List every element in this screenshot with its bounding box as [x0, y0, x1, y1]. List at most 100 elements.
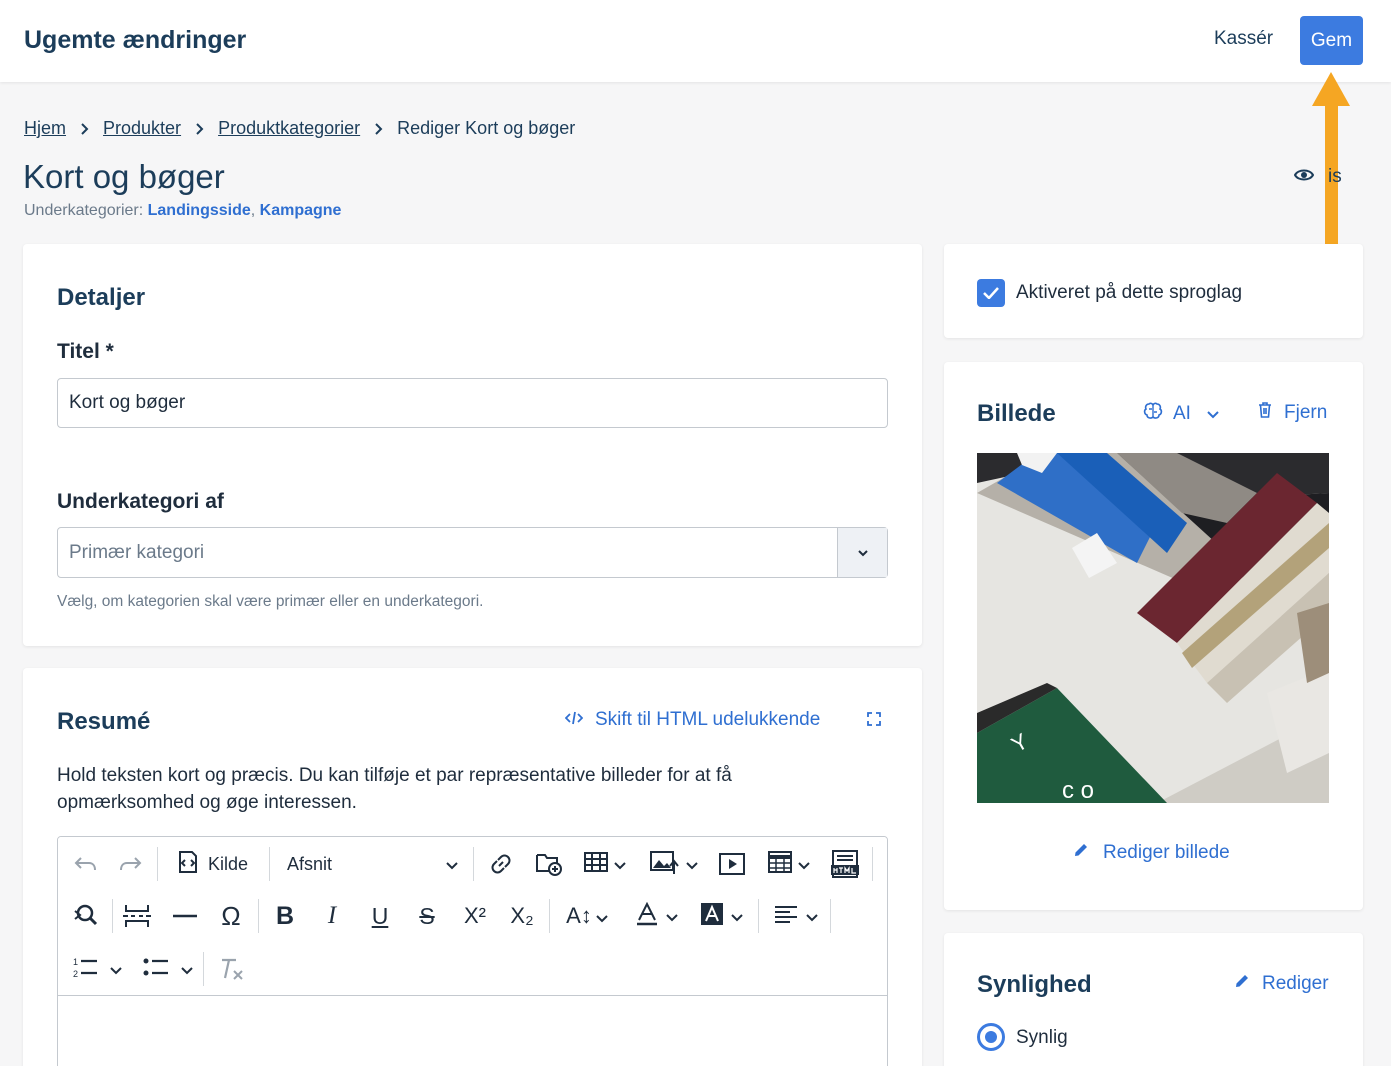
- visible-label: Synlig: [1016, 1027, 1068, 1048]
- toolbar-divider: [203, 952, 204, 986]
- background-color-dropdown[interactable]: [696, 899, 748, 933]
- chevron-down-icon: [798, 854, 810, 875]
- horizontal-line-icon[interactable]: [168, 899, 202, 933]
- rich-text-editor: Kilde Afsnit Ω B I U S X² X₂ A↕ 1 2: [57, 836, 888, 1066]
- edit-visibility-label: Rediger: [1262, 973, 1329, 994]
- title-label: Titel *: [57, 340, 114, 363]
- view-link[interactable]: is: [1293, 166, 1342, 188]
- html-toggle-link[interactable]: Skift til HTML udelukkende: [564, 709, 820, 731]
- title-input-value: Kort og bøger: [69, 392, 186, 413]
- breadcrumb: Hjem Produkter Produktkategorier Rediger…: [24, 118, 575, 139]
- table-icon: [584, 851, 608, 877]
- subscript-icon[interactable]: X₂: [504, 899, 540, 933]
- remove-image-button[interactable]: Fjern: [1258, 402, 1327, 424]
- breadcrumb-product-categories[interactable]: Produktkategorier: [218, 118, 360, 139]
- chevron-down-icon: [614, 854, 626, 875]
- subcategories-line: Underkategorier: Landingsside, Kampagne: [24, 202, 341, 220]
- pencil-icon: [1234, 973, 1250, 995]
- numbered-list-dropdown[interactable]: 12: [68, 952, 126, 986]
- breadcrumb-current: Rediger Kort og bøger: [397, 118, 576, 138]
- chevron-down-icon: [181, 959, 193, 980]
- font-size-dropdown[interactable]: A↕: [559, 899, 615, 933]
- image-upload-icon: [650, 849, 680, 880]
- bulleted-list-dropdown[interactable]: [140, 952, 196, 986]
- undo-icon[interactable]: [68, 847, 102, 881]
- trash-icon: [1258, 402, 1272, 424]
- image-heading: Billede: [977, 400, 1056, 427]
- remove-format-icon[interactable]: [214, 952, 248, 986]
- breadcrumb-products[interactable]: Produkter: [103, 118, 181, 139]
- edit-image-button[interactable]: Rediger billede: [1073, 842, 1230, 864]
- chevron-down-icon[interactable]: [837, 528, 887, 577]
- chevron-right-icon: [374, 122, 383, 135]
- parent-category-placeholder: Primær kategori: [69, 541, 205, 563]
- text-align-dropdown[interactable]: [768, 899, 824, 933]
- find-replace-icon[interactable]: [68, 899, 102, 933]
- toolbar-divider: [830, 899, 831, 933]
- title-input[interactable]: Kort og bøger: [57, 378, 888, 428]
- annotation-arrow-head: [1312, 72, 1350, 106]
- visible-radio[interactable]: [977, 1023, 1005, 1051]
- image-upload-dropdown[interactable]: [646, 847, 702, 881]
- bulleted-list-icon: [143, 957, 169, 982]
- toolbar-divider: [872, 847, 873, 881]
- link-icon[interactable]: [486, 847, 516, 881]
- breadcrumb-home[interactable]: Hjem: [24, 118, 66, 139]
- paragraph-format-select[interactable]: Afsnit: [287, 847, 459, 881]
- eye-icon: [1293, 166, 1315, 188]
- subcategory-separator: ,: [250, 202, 256, 219]
- source-label: Kilde: [208, 853, 249, 874]
- table-layout-icon: [768, 850, 792, 878]
- toolbar-divider: [473, 847, 474, 881]
- file-manager-icon[interactable]: [532, 847, 566, 881]
- subcategory-link-landing[interactable]: Landingsside: [148, 202, 251, 219]
- language-card: Aktiveret på dette sproglag: [944, 244, 1363, 338]
- chevron-right-icon: [195, 122, 204, 135]
- underline-icon[interactable]: U: [363, 899, 397, 933]
- toolbar-divider: [157, 847, 158, 881]
- redo-icon[interactable]: [114, 847, 148, 881]
- chevron-down-icon: [731, 906, 743, 927]
- media-embed-icon[interactable]: [716, 847, 748, 881]
- discard-button[interactable]: Kassér: [1214, 28, 1273, 50]
- visibility-card: Synlighed Rediger Synlig: [944, 933, 1363, 1066]
- summary-description: Hold teksten kort og præcis. Du kan tilf…: [57, 765, 732, 813]
- source-button[interactable]: Kilde: [174, 847, 248, 881]
- toolbar-divider: [549, 899, 550, 933]
- unsaved-changes-title: Ugemte ændringer: [24, 26, 247, 54]
- ai-dropdown[interactable]: AI: [1143, 402, 1219, 426]
- chevron-down-icon: [110, 959, 122, 980]
- parent-category-select[interactable]: Primær kategori: [57, 527, 888, 578]
- italic-icon[interactable]: I: [315, 899, 349, 933]
- top-bar: Ugemte ændringer Kassér Gem: [0, 0, 1391, 82]
- background-color-icon: [701, 902, 723, 930]
- chevron-down-icon: [445, 854, 459, 875]
- font-color-dropdown[interactable]: [631, 899, 683, 933]
- code-icon: [564, 709, 584, 731]
- table-layout-dropdown[interactable]: [763, 847, 815, 881]
- summary-card: Resumé Skift til HTML udelukkende Hold t…: [23, 668, 922, 1066]
- superscript-icon[interactable]: X²: [457, 899, 493, 933]
- page-break-icon[interactable]: [120, 899, 154, 933]
- chevron-down-icon: [666, 906, 678, 927]
- parent-category-label: Underkategori af: [57, 490, 224, 513]
- edit-image-label: Rediger billede: [1103, 842, 1230, 863]
- radio-selected-dot: [985, 1031, 997, 1043]
- save-button[interactable]: Gem: [1300, 16, 1363, 65]
- svg-text:1: 1: [73, 957, 78, 967]
- strikethrough-icon[interactable]: S: [410, 899, 444, 933]
- fullscreen-icon[interactable]: [867, 712, 881, 731]
- align-left-icon: [774, 905, 798, 928]
- special-characters-icon[interactable]: Ω: [214, 899, 248, 933]
- edit-visibility-button[interactable]: Rediger: [1234, 973, 1329, 995]
- bold-icon[interactable]: B: [268, 899, 302, 933]
- parent-category-help: Vælg, om kategorien skal være primær ell…: [57, 593, 484, 610]
- language-enabled-label: Aktiveret på dette sproglag: [1016, 282, 1243, 303]
- details-card: Detaljer Titel * Kort og bøger Underkate…: [23, 244, 922, 646]
- language-enabled-checkbox[interactable]: [977, 279, 1005, 307]
- html-embed-icon[interactable]: [828, 847, 862, 881]
- category-image: Y c o: [977, 453, 1329, 803]
- table-insert-dropdown[interactable]: [580, 847, 630, 881]
- subcategory-link-campaign[interactable]: Kampagne: [260, 202, 342, 219]
- chevron-down-icon: [596, 903, 608, 929]
